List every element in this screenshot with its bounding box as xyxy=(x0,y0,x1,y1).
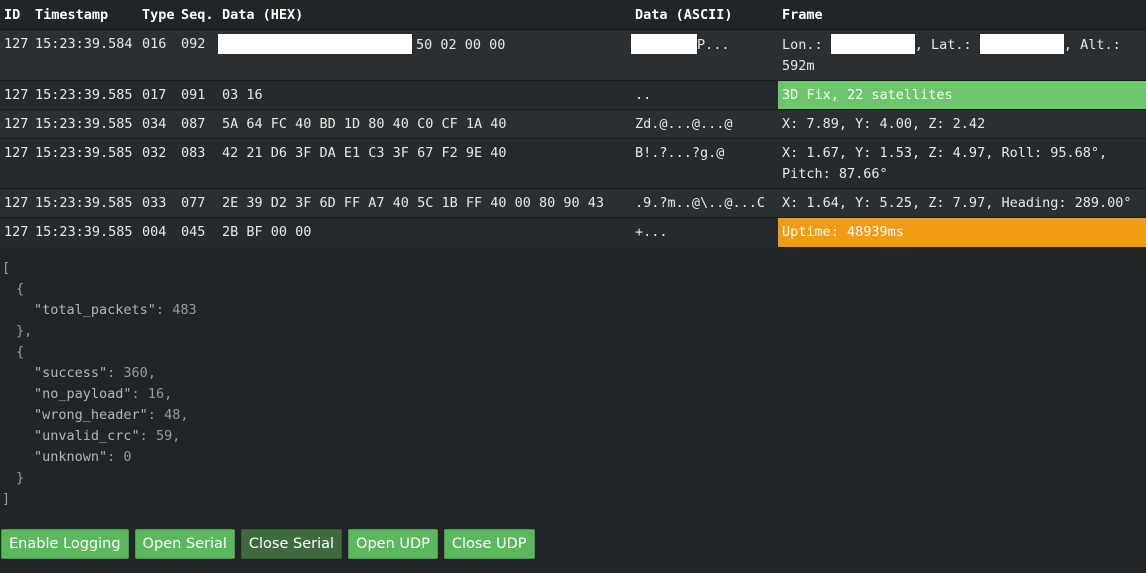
json-line-unvalid-crc: "unvalid_crc": 59, xyxy=(34,428,181,444)
redacted-block xyxy=(218,34,412,54)
table-row: 127 15:23:39.585 033 077 2E 39 D2 3F 6D … xyxy=(0,188,1146,218)
json-line-unknown: "unknown": 0 xyxy=(34,449,132,465)
table-row: 127 15:23:39.585 032 083 42 21 D6 3F DA … xyxy=(0,138,1146,189)
lon-label: Lon.: xyxy=(782,37,823,53)
cell-frame: X: 1.64, Y: 5.25, Z: 7.97, Heading: 289.… xyxy=(778,188,1146,218)
cell-frame: Lon.: , Lat.: , Alt.: 592m xyxy=(778,29,1146,81)
cell-data-ascii: .9.?m..@\..@...C xyxy=(631,188,778,218)
cell-timestamp: 15:23:39.585 xyxy=(31,138,138,189)
open-udp-button[interactable]: Open UDP xyxy=(348,529,438,559)
cell-timestamp: 15:23:39.584 xyxy=(31,29,138,81)
cell-data-ascii: +... xyxy=(631,217,778,247)
cell-data-ascii: .. xyxy=(631,80,778,110)
cell-type: 032 xyxy=(138,138,177,189)
column-header-id: ID xyxy=(0,0,31,30)
cell-data-hex: 03 16 xyxy=(218,80,631,110)
json-line-success: "success": 360, xyxy=(34,365,156,381)
cell-seq: 087 xyxy=(177,109,218,139)
ascii-visible: P... xyxy=(697,37,730,53)
table-row: 127 15:23:39.584 016 092 50 02 00 00 P..… xyxy=(0,29,1146,81)
column-header-type: Type xyxy=(138,0,177,30)
column-header-frame: Frame xyxy=(778,0,1146,30)
close-serial-button[interactable]: Close Serial xyxy=(240,529,343,559)
json-close-brace: }, xyxy=(16,323,33,339)
cell-id: 127 xyxy=(0,29,31,81)
json-open-bracket: [ xyxy=(2,260,11,276)
enable-logging-button[interactable]: Enable Logging xyxy=(1,529,129,559)
cell-id: 127 xyxy=(0,188,31,218)
stats-json: [ { "total_packets": 483 }, { "success":… xyxy=(2,258,197,510)
cell-data-hex: 5A 64 FC 40 BD 1D 80 40 C0 CF 1A 40 xyxy=(218,109,631,139)
column-header-seq: Seq. xyxy=(177,0,218,30)
cell-data-hex: 50 02 00 00 xyxy=(218,29,631,81)
cell-timestamp: 15:23:39.585 xyxy=(31,80,138,110)
json-line-wrong-header: "wrong_header": 48, xyxy=(34,407,189,423)
json-line-total-packets: "total_packets": 483 xyxy=(34,302,197,318)
json-open-brace: { xyxy=(16,281,25,297)
hex-visible: 50 02 00 00 xyxy=(416,37,506,53)
cell-timestamp: 15:23:39.585 xyxy=(31,188,138,218)
cell-seq: 091 xyxy=(177,80,218,110)
cell-frame: X: 7.89, Y: 4.00, Z: 2.42 xyxy=(778,109,1146,139)
close-udp-button[interactable]: Close UDP xyxy=(443,529,535,559)
cell-timestamp: 15:23:39.585 xyxy=(31,109,138,139)
alt-label: , Alt.: xyxy=(1063,37,1121,53)
json-close-brace: } xyxy=(16,470,25,486)
cell-type: 033 xyxy=(138,188,177,218)
cell-seq: 045 xyxy=(177,217,218,247)
cell-id: 127 xyxy=(0,217,31,247)
alt-value: 592m xyxy=(782,58,815,74)
cell-data-hex: 2B BF 00 00 xyxy=(218,217,631,247)
table-row: 127 15:23:39.585 017 091 03 16 .. 3D Fix… xyxy=(0,80,1146,110)
cell-data-ascii: B!.?...?g.@ xyxy=(631,138,778,189)
column-header-timestamp: Timestamp xyxy=(31,0,138,30)
cell-type: 017 xyxy=(138,80,177,110)
column-header-data-hex: Data (HEX) xyxy=(218,0,631,30)
cell-data-hex: 42 21 D6 3F DA E1 C3 3F 67 F2 9E 40 xyxy=(218,138,631,189)
lat-label: , Lat.: xyxy=(914,37,972,53)
cell-type: 016 xyxy=(138,29,177,81)
cell-seq: 092 xyxy=(177,29,218,81)
cell-timestamp: 15:23:39.585 xyxy=(31,217,138,247)
column-header-data-ascii: Data (ASCII) xyxy=(631,0,778,30)
json-open-brace: { xyxy=(16,344,25,360)
cell-id: 127 xyxy=(0,80,31,110)
cell-data-ascii: Zd.@...@...@ xyxy=(631,109,778,139)
cell-frame-uptime: Uptime: 48939ms xyxy=(778,217,1146,247)
redacted-lon xyxy=(830,34,915,54)
json-close-bracket: ] xyxy=(2,491,11,507)
packet-table: ID Timestamp Type Seq. Data (HEX) Data (… xyxy=(0,0,1146,247)
redacted-lat xyxy=(979,34,1064,54)
cell-type: 034 xyxy=(138,109,177,139)
cell-id: 127 xyxy=(0,109,31,139)
cell-seq: 083 xyxy=(177,138,218,189)
redacted-block xyxy=(631,34,697,54)
cell-seq: 077 xyxy=(177,188,218,218)
table-header-row: ID Timestamp Type Seq. Data (HEX) Data (… xyxy=(0,0,1146,30)
control-buttons: Enable Logging Open Serial Close Serial … xyxy=(1,529,535,559)
cell-data-ascii: P... xyxy=(631,29,778,81)
cell-data-hex: 2E 39 D2 3F 6D FF A7 40 5C 1B FF 40 00 8… xyxy=(218,188,631,218)
cell-id: 127 xyxy=(0,138,31,189)
open-serial-button[interactable]: Open Serial xyxy=(134,529,235,559)
cell-type: 004 xyxy=(138,217,177,247)
json-line-no-payload: "no_payload": 16, xyxy=(34,386,173,402)
table-row: 127 15:23:39.585 004 045 2B BF 00 00 +..… xyxy=(0,217,1146,247)
cell-frame-gps-fix: 3D Fix, 22 satellites xyxy=(778,80,1146,110)
cell-frame: X: 1.67, Y: 1.53, Z: 4.97, Roll: 95.68°,… xyxy=(778,138,1146,189)
table-row: 127 15:23:39.585 034 087 5A 64 FC 40 BD … xyxy=(0,109,1146,139)
